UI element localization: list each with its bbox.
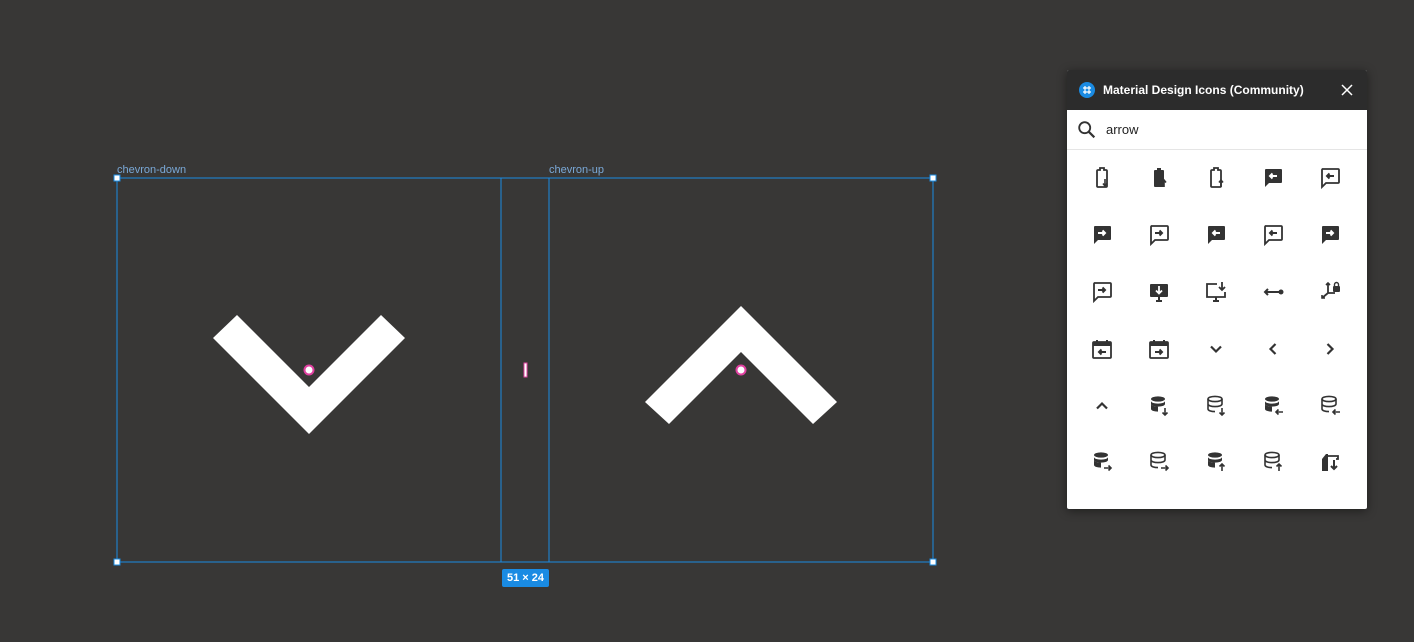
resize-handle-bottom-right[interactable] — [929, 558, 937, 566]
icon-result[interactable] — [1188, 434, 1245, 491]
chevron-right-icon — [1326, 343, 1334, 355]
selection-size-badge: 51 × 24 — [502, 569, 550, 587]
message-arrow-right-outline-icon — [1093, 282, 1113, 304]
icon-result[interactable] — [1074, 150, 1131, 207]
panel-header: Material Design Icons (Community) — [1067, 70, 1367, 110]
battery-arrow-up-icon — [1154, 168, 1167, 188]
icon-result[interactable] — [1188, 150, 1245, 207]
frame-label-chevron-up[interactable]: chevron-up — [549, 164, 604, 176]
icon-result[interactable] — [1074, 320, 1131, 377]
close-button[interactable] — [1339, 82, 1355, 98]
plugin-panel: Material Design Icons (Community) — [1067, 70, 1367, 509]
icon-result[interactable] — [1244, 434, 1301, 491]
icon-result[interactable] — [1244, 150, 1301, 207]
icon-result[interactable] — [1301, 207, 1358, 264]
monitor-arrow-down-icon — [1150, 283, 1169, 302]
axis-arrow-lock-icon — [1320, 281, 1340, 299]
icon-result[interactable] — [1131, 150, 1188, 207]
plugin-icon — [1079, 82, 1095, 98]
icon-result[interactable] — [1244, 207, 1301, 264]
chevron-left-icon — [1268, 343, 1277, 355]
icon-result[interactable] — [1244, 377, 1301, 434]
resize-handle-top-right[interactable] — [929, 174, 937, 182]
icon-result[interactable] — [1188, 377, 1245, 434]
battery-arrow-up-outline-icon — [1210, 167, 1224, 189]
icon-result[interactable] — [1131, 264, 1188, 321]
database-arrow-down-icon — [1151, 395, 1169, 416]
icon-result[interactable] — [1244, 320, 1301, 377]
comment-arrow-left-outline-icon — [1320, 168, 1340, 190]
resize-handle-bottom-left[interactable] — [113, 558, 121, 566]
database-arrow-up-icon — [1207, 452, 1226, 472]
search-input[interactable] — [1104, 121, 1348, 138]
comment-arrow-right-icon — [1094, 226, 1112, 245]
comment-arrow-right-outline-icon — [1150, 225, 1170, 247]
calendar-arrow-left-icon — [1092, 339, 1113, 359]
panel-title: Material Design Icons (Community) — [1103, 83, 1304, 97]
icon-result[interactable] — [1301, 150, 1358, 207]
message-arrow-left-icon — [1207, 226, 1225, 245]
database-arrow-right-icon — [1094, 452, 1113, 472]
chevron-down-icon — [1210, 345, 1222, 353]
calendar-arrow-right-icon — [1149, 339, 1170, 359]
icon-result[interactable] — [1301, 434, 1358, 491]
icon-result[interactable] — [1131, 207, 1188, 264]
search-icon — [1078, 120, 1096, 138]
database-arrow-right-outline-icon — [1150, 451, 1170, 472]
icon-result[interactable] — [1188, 264, 1245, 321]
crane-arrow-down-icon — [1321, 454, 1339, 472]
database-arrow-down-outline-icon — [1207, 395, 1226, 416]
monitor-arrow-down-variant-icon — [1206, 281, 1226, 302]
battery-arrow-down-outline-icon — [1096, 167, 1109, 189]
icon-result[interactable] — [1301, 377, 1358, 434]
icon-result[interactable] — [1188, 320, 1245, 377]
icon-result[interactable] — [1074, 264, 1131, 321]
icon-result[interactable] — [1074, 207, 1131, 264]
search-bar — [1067, 110, 1367, 150]
database-arrow-left-icon — [1264, 395, 1283, 415]
icon-result[interactable] — [1301, 320, 1358, 377]
icon-results-grid — [1067, 150, 1367, 491]
icon-result[interactable] — [1074, 434, 1131, 491]
database-arrow-up-outline-icon — [1263, 451, 1282, 472]
icon-result[interactable] — [1188, 207, 1245, 264]
icon-result[interactable] — [1301, 264, 1358, 321]
center-marker — [735, 364, 747, 376]
icon-result[interactable] — [1244, 264, 1301, 321]
frame-label-chevron-down[interactable]: chevron-down — [117, 164, 186, 176]
comment-arrow-left-icon — [1264, 169, 1282, 188]
icon-result[interactable] — [1131, 377, 1188, 434]
close-icon — [1341, 84, 1353, 96]
arrow-left-right-bold-icon — [1263, 288, 1284, 296]
message-arrow-left-outline-icon — [1263, 225, 1283, 247]
icon-result[interactable] — [1074, 377, 1131, 434]
icon-result[interactable] — [1131, 320, 1188, 377]
message-arrow-right-icon — [1321, 226, 1339, 245]
database-arrow-left-outline-icon — [1320, 395, 1340, 415]
icon-result[interactable] — [1131, 434, 1188, 491]
chevron-up-icon — [1096, 401, 1109, 409]
spacing-marker — [523, 362, 528, 378]
center-marker — [303, 364, 315, 376]
